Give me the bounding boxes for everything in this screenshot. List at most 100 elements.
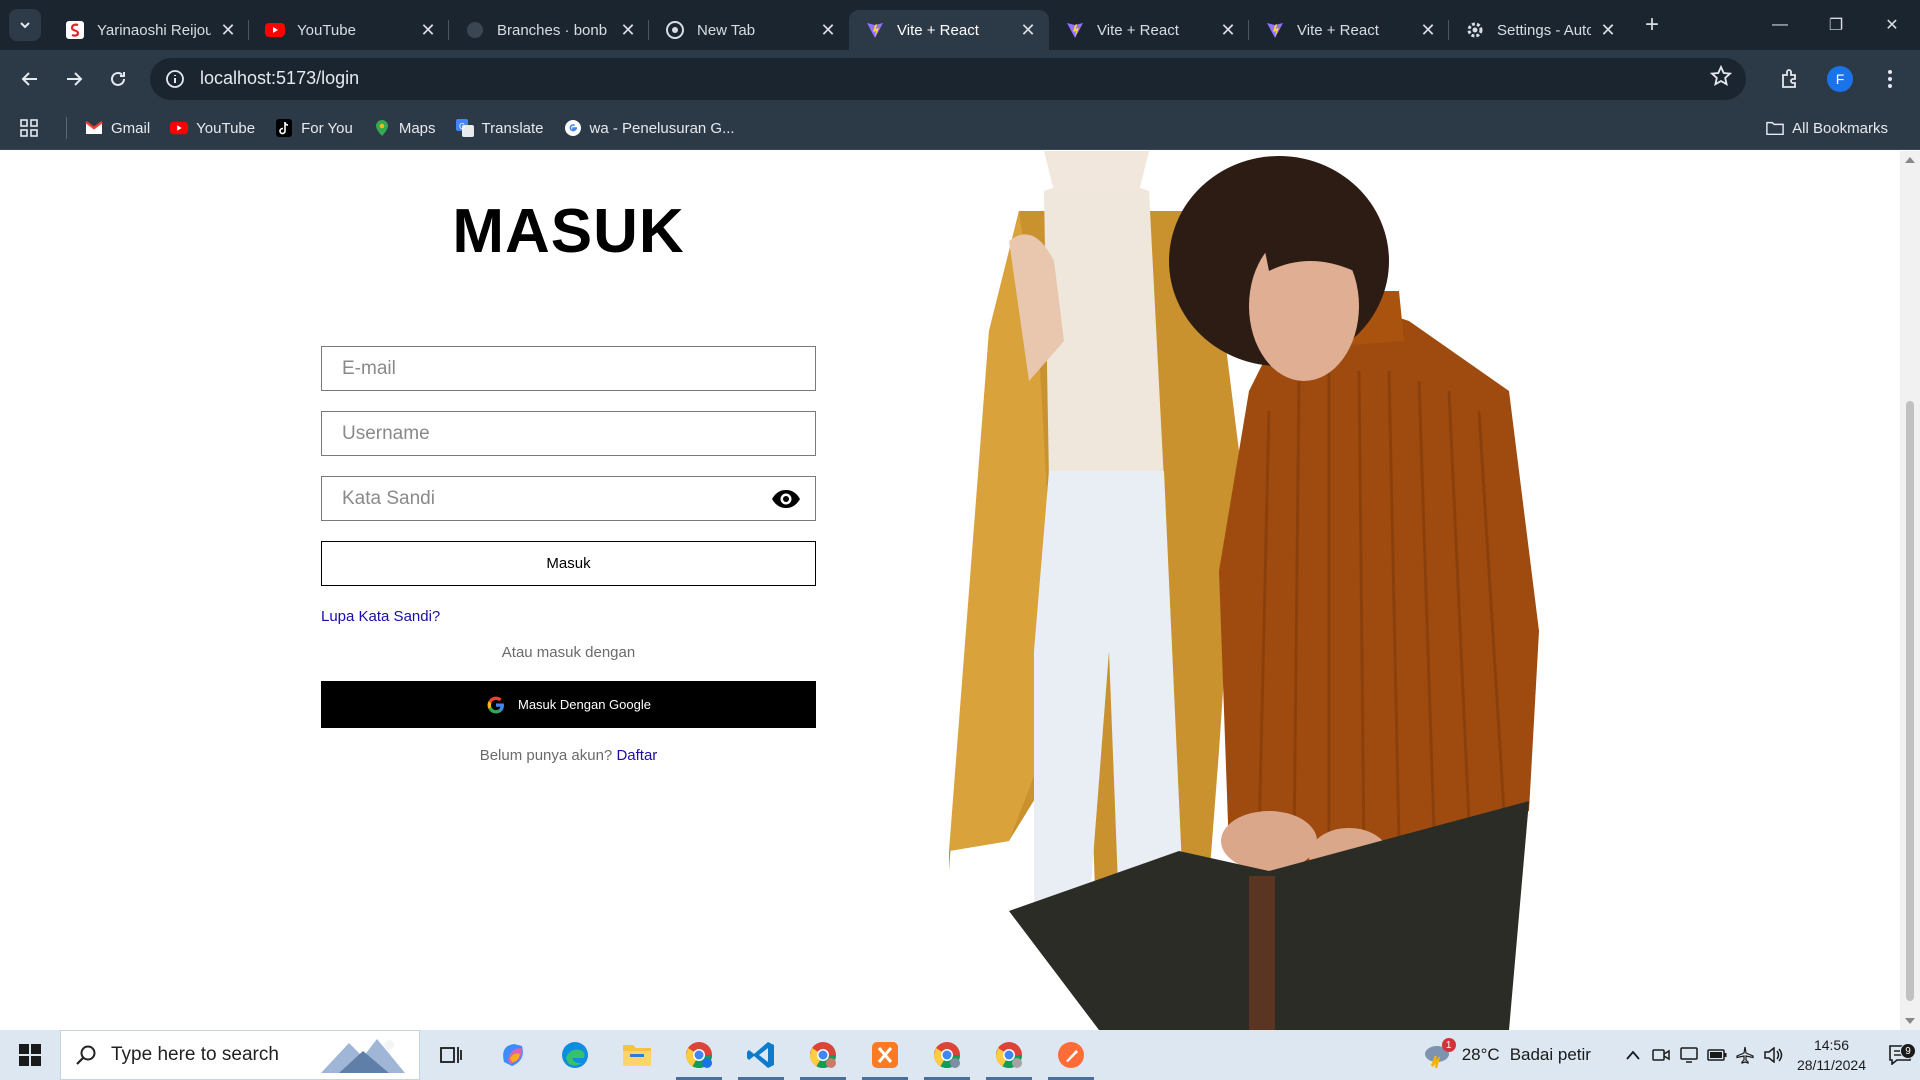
tab-6[interactable]: Vite + React ✕ (1249, 10, 1449, 50)
close-tab-icon[interactable]: ✕ (1219, 20, 1237, 40)
register-link[interactable]: Daftar (616, 747, 657, 764)
scroll-up-icon[interactable] (1905, 157, 1915, 163)
minimize-icon[interactable]: — (1752, 0, 1808, 50)
search-icon (76, 1045, 96, 1065)
close-tab-icon[interactable]: ✕ (619, 20, 637, 40)
taskbar-search[interactable]: Type here to search (60, 1030, 420, 1080)
bookmark-tiktok[interactable]: For You (275, 119, 353, 137)
username-input[interactable] (322, 412, 815, 455)
site-info-icon[interactable] (164, 68, 186, 90)
youtube-icon (265, 20, 285, 40)
vertical-scrollbar[interactable] (1900, 151, 1920, 1030)
scroll-down-icon[interactable] (1905, 1018, 1915, 1024)
tab-5[interactable]: Vite + React ✕ (1049, 10, 1249, 50)
tab-strip: Yarinaoshi Reijou ✕ YouTube ✕ Branches ·… (0, 0, 1920, 50)
taskbar-chrome-profile-4[interactable] (978, 1030, 1040, 1080)
taskbar-postman[interactable] (1040, 1030, 1102, 1080)
register-prompt-text: Belum punya akun? (479, 747, 613, 764)
vite-icon (1265, 20, 1285, 40)
url-text[interactable]: localhost:5173/login (200, 68, 1710, 89)
google-login-button[interactable]: Masuk Dengan Google (321, 681, 816, 728)
reload-icon (111, 71, 125, 86)
airplane-mode-icon[interactable] (1731, 1046, 1759, 1064)
password-input[interactable] (322, 477, 815, 520)
vite-icon (865, 20, 885, 40)
alt-login-text: Atau masuk dengan (501, 644, 636, 661)
page-viewport: MASUK Masuk Lupa Kata Sandi? Atau masuk … (0, 151, 1920, 1030)
chrome-icon (933, 1042, 961, 1069)
eye-icon[interactable] (771, 487, 801, 511)
close-tab-icon[interactable]: ✕ (1599, 20, 1617, 40)
apps-button[interactable] (20, 119, 46, 137)
back-button[interactable] (14, 63, 46, 95)
tab-7[interactable]: Settings - Autofi ✕ (1449, 10, 1629, 50)
weather-widget[interactable]: 1 28°C Badai petir (1422, 1038, 1591, 1068)
system-tray: 1 28°C Badai petir 14:56 28/11/2024 9 (1422, 1030, 1920, 1080)
taskbar-xampp[interactable] (854, 1030, 916, 1080)
task-view-icon (440, 1047, 462, 1063)
close-tab-icon[interactable]: ✕ (1419, 20, 1437, 40)
tab-1[interactable]: YouTube ✕ (249, 10, 449, 50)
taskbar-chrome-profile-f[interactable] (668, 1030, 730, 1080)
browser-chrome: Yarinaoshi Reijou ✕ YouTube ✕ Branches ·… (0, 0, 1920, 150)
tab-search-button[interactable] (9, 9, 41, 41)
tab-0[interactable]: Yarinaoshi Reijou ✕ (49, 10, 249, 50)
meet-now-icon[interactable] (1647, 1047, 1675, 1063)
battery-icon[interactable] (1703, 1049, 1731, 1061)
forgot-password-link[interactable]: Lupa Kata Sandi? (321, 608, 816, 625)
bookmark-youtube[interactable]: YouTube (170, 119, 255, 137)
email-field[interactable] (321, 346, 816, 391)
postman-icon (1058, 1042, 1084, 1068)
tab-2[interactable]: Branches · bonb ✕ (449, 10, 649, 50)
display-icon[interactable] (1675, 1047, 1703, 1063)
email-input[interactable] (322, 347, 815, 390)
taskbar-vscode[interactable] (730, 1030, 792, 1080)
google-login-label: Masuk Dengan Google (518, 697, 651, 712)
close-tab-icon[interactable]: ✕ (419, 20, 437, 40)
taskbar-chrome-profile-2[interactable] (792, 1030, 854, 1080)
login-form: MASUK Masuk Lupa Kata Sandi? Atau masuk … (321, 151, 816, 764)
bookmark-label: YouTube (196, 119, 256, 137)
tab-3[interactable]: New Tab ✕ (649, 10, 849, 50)
youtube-icon (170, 119, 189, 137)
bookmark-gmail[interactable]: Gmail (85, 119, 150, 137)
tab-title: Settings - Autofi (1497, 21, 1591, 39)
bookmark-star-icon[interactable] (1709, 64, 1733, 92)
start-button[interactable] (0, 1030, 60, 1080)
reload-button[interactable] (102, 63, 134, 95)
bookmark-translate[interactable]: G Translate (455, 119, 544, 137)
task-view-button[interactable] (420, 1030, 482, 1080)
tab-title: Vite + React (1097, 21, 1179, 39)
taskbar-chrome-profile-3[interactable] (916, 1030, 978, 1080)
username-field[interactable] (321, 411, 816, 456)
close-tab-icon[interactable]: ✕ (219, 20, 237, 40)
notification-center-button[interactable]: 9 (1880, 1043, 1920, 1065)
close-window-icon[interactable]: ✕ (1864, 0, 1920, 50)
close-tab-icon[interactable]: ✕ (1019, 20, 1037, 40)
new-tab-button[interactable]: + (1637, 10, 1667, 40)
page-title: MASUK (452, 197, 685, 266)
scrollbar-thumb[interactable] (1906, 401, 1914, 1001)
taskbar-file-explorer[interactable] (606, 1030, 668, 1080)
taskbar-edge[interactable] (544, 1030, 606, 1080)
login-button[interactable]: Masuk (321, 541, 816, 586)
close-tab-icon[interactable]: ✕ (819, 20, 837, 40)
bookmark-maps[interactable]: Maps (373, 119, 436, 137)
password-field[interactable] (321, 476, 816, 521)
github-icon (465, 20, 485, 40)
show-hidden-icons-button[interactable] (1619, 1049, 1647, 1061)
profile-button[interactable]: F (1822, 61, 1858, 97)
tab-4-active[interactable]: Vite + React ✕ (849, 10, 1049, 50)
menu-button[interactable] (1872, 61, 1908, 97)
forward-button[interactable] (58, 63, 90, 95)
bookmark-google-search[interactable]: wa - Penelusuran G... (564, 119, 735, 137)
all-bookmarks-button[interactable]: All Bookmarks (1766, 119, 1888, 137)
restore-icon[interactable]: ❐ (1808, 0, 1864, 50)
gmail-icon (85, 119, 103, 137)
volume-icon[interactable] (1759, 1047, 1787, 1063)
taskbar-copilot[interactable] (482, 1030, 544, 1080)
taskbar-clock[interactable]: 14:56 28/11/2024 (1797, 1035, 1866, 1075)
tab-title: Branches · bonb (497, 21, 608, 39)
extensions-button[interactable] (1772, 61, 1808, 97)
address-bar[interactable]: localhost:5173/login (150, 57, 1746, 100)
